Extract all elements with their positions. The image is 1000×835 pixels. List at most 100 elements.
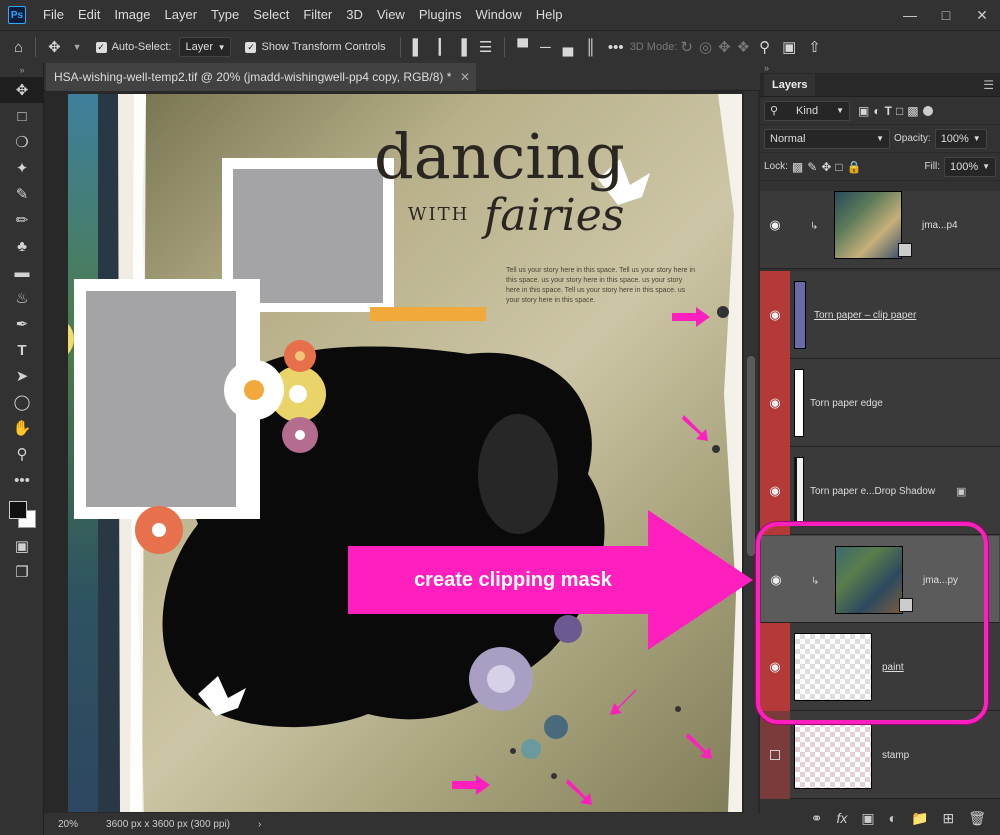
eyedropper-icon[interactable]: ✎ — [0, 181, 44, 207]
align-middle-icon[interactable]: ─ — [540, 39, 551, 56]
menu-plugins[interactable]: Plugins — [412, 0, 469, 30]
minimize-icon[interactable]: — — [892, 0, 928, 30]
blend-mode-dropdown[interactable]: Normal ▼ — [764, 128, 890, 149]
quick-mask-icon[interactable]: ▣ — [0, 533, 44, 559]
opacity-field[interactable]: 100% ▼ — [934, 128, 987, 149]
layer-name[interactable]: stamp — [882, 711, 909, 799]
pen-tool-icon[interactable]: ✒ — [0, 311, 44, 337]
type-filter-icon[interactable]: T — [885, 104, 892, 118]
lock-pixels-icon[interactable]: ▩ — [792, 160, 803, 174]
foreground-color[interactable] — [9, 501, 27, 519]
link-icon[interactable]: ⚭ — [811, 810, 823, 827]
align-left-icon[interactable]: ▌ — [413, 39, 424, 56]
menu-edit[interactable]: Edit — [71, 0, 107, 30]
collapse-icon[interactable]: » — [760, 63, 1000, 73]
auto-select-checkbox[interactable]: ✓ Auto-Select: — [95, 41, 171, 53]
menu-file[interactable]: File — [36, 0, 71, 30]
shape-filter-icon[interactable]: □ — [896, 104, 903, 118]
artwork-canvas[interactable]: dancing WITH fairies Tell us your story … — [68, 94, 742, 812]
magic-wand-icon[interactable]: ✦ — [0, 155, 44, 181]
menu-image[interactable]: Image — [107, 0, 157, 30]
fx-icon[interactable]: fx — [836, 810, 847, 826]
align-top-icon[interactable]: ▀ — [517, 39, 528, 56]
menu-window[interactable]: Window — [468, 0, 528, 30]
more-options-icon[interactable]: ••• — [608, 39, 624, 56]
lock-all-icon[interactable]: 🔒 — [847, 160, 862, 174]
3d-slide-icon[interactable]: ❖ — [737, 38, 750, 56]
paint-bucket-icon[interactable]: ♨ — [0, 285, 44, 311]
collapse-icon[interactable]: » — [0, 63, 44, 77]
layer-row[interactable]: ◉ ↳ jma...p4 — [760, 191, 1000, 269]
layer-name[interactable]: Torn paper edge — [810, 359, 883, 447]
move-tool-icon[interactable]: ✥ — [48, 38, 61, 56]
folder-icon[interactable]: 📁 — [911, 810, 928, 827]
menu-help[interactable]: Help — [529, 0, 570, 30]
maximize-icon[interactable]: □ — [928, 0, 964, 30]
menu-filter[interactable]: Filter — [296, 0, 339, 30]
close-window-icon[interactable]: ✕ — [964, 0, 1000, 30]
adjustment-icon[interactable]: ◐ — [889, 810, 897, 826]
trash-icon[interactable]: 🗑 — [968, 810, 986, 827]
zoom-level[interactable]: 20% — [58, 819, 78, 830]
layer-row[interactable]: ◉ Torn paper edge — [760, 359, 1000, 447]
group-link-icon[interactable]: ▣ — [956, 485, 966, 498]
lock-paint-icon[interactable]: ✎ — [807, 160, 817, 174]
type-tool-icon[interactable]: T — [0, 337, 44, 363]
lock-artboard-icon[interactable]: □ — [835, 160, 842, 174]
layer-name[interactable]: jma...p4 — [922, 191, 958, 269]
lasso-tool-icon[interactable]: ❍ — [0, 129, 44, 155]
close-tab-icon[interactable]: ✕ — [460, 63, 470, 91]
smart-object-filter-icon[interactable]: ▩ — [907, 104, 918, 118]
document-tab[interactable]: HSA-wishing-well-temp2.tif @ 20% (jmadd-… — [46, 63, 476, 91]
mask-icon[interactable]: ▣ — [861, 810, 874, 827]
fill-field[interactable]: 100% ▼ — [944, 156, 996, 177]
path-select-icon[interactable]: ➤ — [0, 363, 44, 389]
canvas-area[interactable]: dancing WITH fairies Tell us your story … — [44, 91, 760, 813]
new-layer-icon[interactable]: ⊞ — [942, 810, 954, 827]
eye-icon[interactable] — [760, 711, 790, 799]
layer-name[interactable]: Torn paper – clip paper — [814, 271, 916, 359]
screen-mode-icon[interactable]: ❐ — [0, 559, 44, 585]
layer-row[interactable]: stamp — [760, 711, 1000, 799]
adjustment-filter-icon[interactable]: ◐ — [873, 104, 880, 118]
color-swatches[interactable] — [0, 493, 44, 533]
search-icon[interactable]: ⚲ — [759, 38, 770, 56]
layer-row[interactable]: ◉ Torn paper – clip paper — [760, 271, 1000, 359]
show-transform-checkbox[interactable]: ✓ Show Transform Controls — [245, 41, 386, 53]
workspace-icon[interactable]: ▣ — [782, 38, 796, 56]
eraser-tool-icon[interactable]: ▬ — [0, 259, 44, 285]
menu-layer[interactable]: Layer — [158, 0, 205, 30]
chevron-right-icon[interactable]: › — [258, 819, 261, 830]
panel-menu-icon[interactable]: ☰ — [983, 74, 994, 96]
lock-position-icon[interactable]: ✥ — [821, 160, 831, 174]
tab-layers[interactable]: Layers — [764, 74, 816, 96]
align-center-icon[interactable]: ┃ — [435, 38, 444, 56]
distribute-icon[interactable]: ☰ — [479, 38, 492, 56]
brush-tool-icon[interactable]: ✏ — [0, 207, 44, 233]
menu-select[interactable]: Select — [246, 0, 296, 30]
menu-type[interactable]: Type — [204, 0, 246, 30]
align-right-icon[interactable]: ▐ — [456, 39, 467, 56]
3d-rotate-icon[interactable]: ↻ — [680, 38, 693, 56]
ellipse-tool-icon[interactable]: ◯ — [0, 389, 44, 415]
eye-icon[interactable]: ◉ — [760, 359, 790, 447]
filter-toggle-icon[interactable] — [922, 105, 933, 116]
3d-drag-icon[interactable]: ✥ — [718, 38, 731, 56]
filter-kind-dropdown[interactable]: ⚲ Kind ▼ — [764, 100, 850, 121]
move-tool-icon[interactable]: ✥ — [0, 77, 44, 103]
menu-3d[interactable]: 3D — [339, 0, 370, 30]
hand-tool-icon[interactable]: ✋ — [0, 415, 44, 441]
3d-roll-icon[interactable]: ◎ — [699, 38, 712, 56]
eye-icon[interactable]: ◉ — [760, 191, 790, 269]
menu-view[interactable]: View — [370, 0, 412, 30]
auto-select-target-dropdown[interactable]: Layer ▼ — [179, 37, 232, 57]
align-bottom-icon[interactable]: ▄ — [563, 39, 574, 56]
image-filter-icon[interactable]: ▣ — [858, 104, 869, 118]
distribute-vertical-icon[interactable]: ║ — [585, 39, 596, 56]
eye-icon[interactable]: ◉ — [760, 271, 790, 359]
stamp-tool-icon[interactable]: ♣ — [0, 233, 44, 259]
home-icon[interactable]: ⌂ — [14, 39, 23, 56]
chevron-down-icon[interactable]: ▼ — [73, 42, 82, 52]
more-tools-icon[interactable]: ••• — [0, 467, 44, 493]
marquee-tool-icon[interactable]: □ — [0, 103, 44, 129]
